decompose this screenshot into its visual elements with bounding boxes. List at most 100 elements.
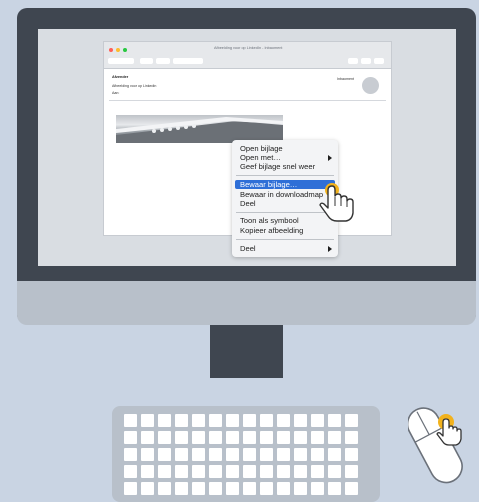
keyboard-key	[158, 414, 171, 427]
keyboard-key	[277, 482, 290, 495]
keyboard-key	[192, 465, 205, 478]
keyboard-key	[311, 448, 324, 461]
toolbar-button[interactable]	[108, 58, 134, 64]
monitor-stand	[210, 325, 283, 378]
keyboard-key	[209, 448, 222, 461]
keyboard-key	[294, 448, 307, 461]
keyboard-key	[328, 414, 341, 427]
keyboard-key	[141, 448, 154, 461]
menu-item-show-as-icon[interactable]: Toon als symbool	[240, 216, 299, 225]
menu-item-quick-look[interactable]: Geef bijlage snel weer	[240, 162, 315, 171]
keyboard-key	[345, 431, 358, 444]
keyboard-key	[141, 414, 154, 427]
keyboard-key	[175, 431, 188, 444]
keyboard-key	[277, 448, 290, 461]
window-title: Afbeelding voor op LinkedIn - Inbaoment	[214, 46, 283, 50]
keyboard-key	[192, 448, 205, 461]
keyboard-key	[277, 465, 290, 478]
toolbar-button[interactable]	[361, 58, 371, 64]
attachment-image[interactable]	[116, 115, 283, 143]
keyboard-key	[124, 431, 137, 444]
keyboard-key	[192, 431, 205, 444]
header-divider	[109, 100, 386, 101]
keyboard-key	[311, 431, 324, 444]
minimize-window-icon[interactable]	[116, 48, 120, 52]
keyboard-key	[141, 482, 154, 495]
keyboard-key	[277, 431, 290, 444]
menu-item-share[interactable]: Deel	[240, 199, 256, 208]
keyboard-key	[124, 482, 137, 495]
toolbar-button[interactable]	[156, 58, 170, 64]
toolbar-button[interactable]	[140, 58, 153, 64]
keyboard-key	[226, 465, 239, 478]
close-window-icon[interactable]	[109, 48, 113, 52]
keyboard-key	[175, 465, 188, 478]
submenu-arrow-icon	[328, 246, 332, 252]
keyboard-key	[328, 448, 341, 461]
keyboard-key	[209, 414, 222, 427]
keyboard-key	[311, 465, 324, 478]
menu-item-share-submenu[interactable]: Deel	[240, 244, 256, 253]
keyboard-key	[243, 431, 256, 444]
keyboard-key	[124, 448, 137, 461]
zoom-window-icon[interactable]	[123, 48, 127, 52]
menu-separator	[236, 239, 334, 240]
keyboard-key	[345, 465, 358, 478]
keyboard-key	[175, 414, 188, 427]
keyboard-key	[345, 482, 358, 495]
keyboard-key	[243, 448, 256, 461]
keyboard-key	[260, 431, 273, 444]
keyboard-key	[294, 482, 307, 495]
avatar	[362, 77, 379, 94]
keyboard-key	[209, 465, 222, 478]
menu-item-open-with[interactable]: Open met…	[240, 153, 281, 162]
keyboard-key	[294, 414, 307, 427]
keyboard-key	[141, 465, 154, 478]
keyboard-key	[158, 465, 171, 478]
keyboard-key	[192, 482, 205, 495]
keyboard-key	[124, 414, 137, 427]
keyboard-key	[328, 431, 341, 444]
email-to: Aan:	[112, 91, 120, 95]
keyboard-key	[260, 448, 273, 461]
keyboard-key	[209, 431, 222, 444]
mouse-icon	[408, 407, 463, 484]
keyboard-key	[294, 431, 307, 444]
monitor-chin	[17, 281, 476, 325]
keyboard-key	[226, 482, 239, 495]
keyboard-key	[243, 414, 256, 427]
email-subject: Afbeelding voor op Linkedin	[112, 84, 157, 88]
keyboard-key	[345, 448, 358, 461]
menu-item-copy-image[interactable]: Kopieer afbeelding	[240, 226, 303, 235]
keyboard	[112, 406, 380, 502]
keyboard-key	[243, 482, 256, 495]
keyboard-key	[209, 482, 222, 495]
keyboard-key	[175, 448, 188, 461]
keyboard-key	[260, 414, 273, 427]
menu-item-open-attachment[interactable]: Open bijlage	[240, 144, 283, 153]
keyboard-key	[158, 482, 171, 495]
keyboard-key	[175, 482, 188, 495]
keyboard-key	[260, 465, 273, 478]
toolbar-button[interactable]	[173, 58, 203, 64]
keyboard-key	[345, 414, 358, 427]
keyboard-key	[311, 482, 324, 495]
keyboard-key	[158, 448, 171, 461]
keyboard-key	[158, 431, 171, 444]
toolbar-button[interactable]	[374, 58, 384, 64]
submenu-arrow-icon	[328, 155, 332, 161]
keyboard-key	[294, 465, 307, 478]
hand-pointer-icon	[319, 183, 354, 222]
keyboard-key	[141, 431, 154, 444]
keyboard-key	[328, 465, 341, 478]
keyboard-key	[243, 465, 256, 478]
keyboard-key	[226, 414, 239, 427]
toolbar-button[interactable]	[348, 58, 358, 64]
keyboard-key	[124, 465, 137, 478]
keyboard-key	[277, 414, 290, 427]
keyboard-key	[226, 448, 239, 461]
menu-item-save-to-downloads[interactable]: Bewaar in downloadmap	[240, 190, 323, 199]
window-titlebar: Afbeelding voor op LinkedIn - Inbaoment	[104, 42, 391, 69]
email-folder: Inbaoment	[337, 77, 354, 81]
keyboard-key	[226, 431, 239, 444]
